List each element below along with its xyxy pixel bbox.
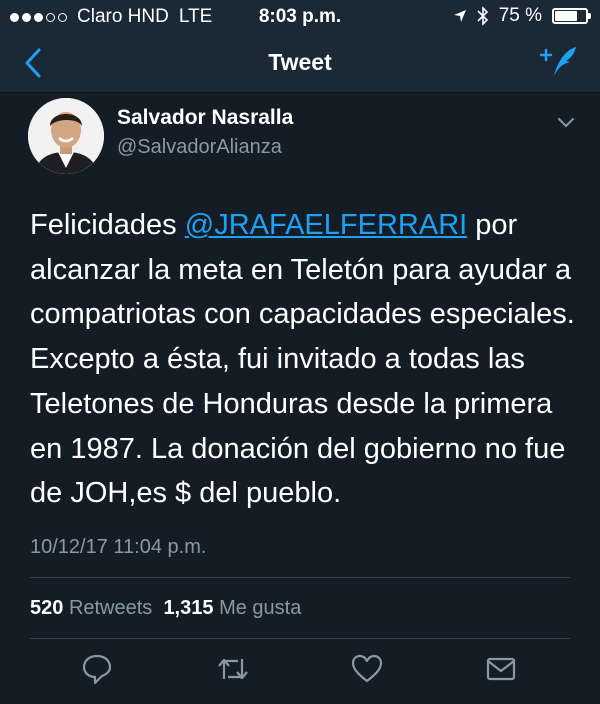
tweet-stats: 520 Retweets 1,315 Me gusta bbox=[30, 597, 301, 620]
status-bar: Claro HND LTE 8:03 p.m. 75 % bbox=[0, 0, 600, 34]
likes-count[interactable]: 1,315 bbox=[163, 597, 213, 619]
page-title: Tweet bbox=[268, 49, 332, 75]
author-name[interactable]: Salvador Nasralla bbox=[117, 106, 293, 130]
tweet-text-rest: por alcanzar la meta en Teletón para ayu… bbox=[30, 209, 575, 510]
tweet-action-bar bbox=[0, 652, 600, 692]
compose-tweet-icon[interactable] bbox=[540, 44, 580, 80]
retweet-icon[interactable] bbox=[216, 652, 250, 686]
reply-icon[interactable] bbox=[80, 652, 114, 686]
retweets-count[interactable]: 520 bbox=[30, 597, 63, 619]
author-handle[interactable]: @SalvadorAlianza bbox=[117, 136, 282, 159]
nav-bar: Tweet bbox=[0, 34, 600, 93]
tweet-text-start: Felicidades bbox=[30, 209, 185, 241]
battery-percent: 75 % bbox=[498, 5, 542, 26]
tweet-text: Felicidades @JRAFAELFERRARI por alcanzar… bbox=[30, 203, 585, 516]
retweets-label[interactable]: Retweets bbox=[69, 597, 152, 619]
likes-label[interactable]: Me gusta bbox=[219, 597, 301, 619]
status-right: 75 % bbox=[453, 5, 591, 27]
divider bbox=[30, 577, 570, 578]
direct-message-icon[interactable] bbox=[484, 652, 518, 686]
avatar[interactable] bbox=[28, 98, 104, 174]
battery-icon bbox=[552, 8, 591, 24]
chevron-down-icon[interactable] bbox=[556, 112, 576, 132]
tweet-timestamp: 10/12/17 11:04 p.m. bbox=[30, 536, 207, 558]
like-heart-icon[interactable] bbox=[350, 652, 384, 686]
mention-link[interactable]: @JRAFAELFERRARI bbox=[185, 209, 467, 241]
divider bbox=[30, 638, 570, 639]
bluetooth-icon bbox=[477, 6, 488, 26]
location-arrow-icon bbox=[453, 10, 466, 22]
